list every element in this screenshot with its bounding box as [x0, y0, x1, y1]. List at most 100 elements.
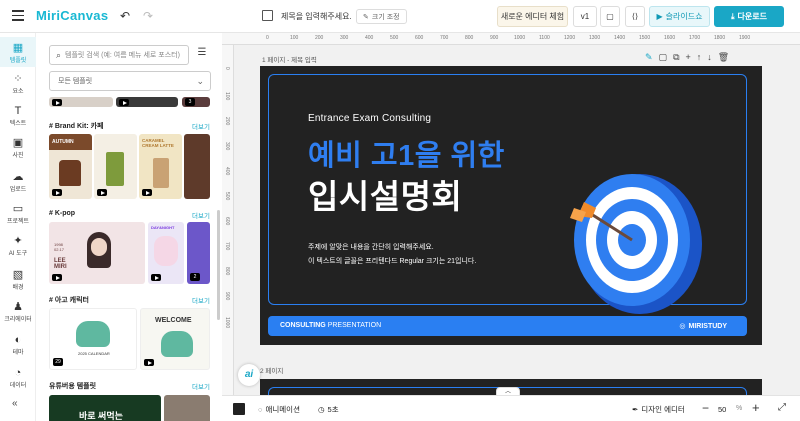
brand-circle-icon: ◎ — [679, 323, 686, 330]
page-style-icon[interactable]: ✎ — [645, 52, 653, 63]
more-link[interactable]: 더보기 — [192, 121, 210, 131]
more-link[interactable]: 더보기 — [192, 210, 210, 220]
fullscreen-icon[interactable]: ⤢ — [778, 402, 786, 413]
zoom-in-icon[interactable]: + — [752, 400, 760, 415]
duration-button[interactable]: ◷ 5초 — [318, 404, 339, 415]
save-icon: ▢ — [606, 12, 614, 21]
redo-icon[interactable]: ↷ — [143, 9, 153, 23]
template-thumbnail[interactable]: 2025 CALENDAR 29 — [49, 308, 137, 370]
search-icon: ⌕ — [56, 49, 62, 60]
template-thumbnail[interactable]: DAY&NIGHT — [148, 222, 184, 284]
slide-subtitle[interactable]: Entrance Exam Consulting — [308, 113, 431, 124]
rail-collapse-icon[interactable]: « — [12, 398, 18, 409]
more-link[interactable]: 더보기 — [192, 381, 210, 391]
ai-assistant-button[interactable]: ai — [238, 364, 260, 386]
animation-icon: ◌ — [258, 405, 263, 414]
save-button[interactable]: ▢ — [600, 6, 620, 27]
template-thumbnail[interactable] — [184, 134, 210, 199]
template-thumbnail[interactable] — [164, 395, 210, 421]
document-title-input[interactable]: 제목을 입력해주세요. — [281, 11, 352, 22]
document-icon — [262, 10, 273, 21]
template-thumbnail[interactable] — [116, 97, 178, 107]
template-thumbnail[interactable]: 3 — [182, 97, 210, 107]
thumb-text: DAY&NIGHT — [151, 225, 175, 230]
ruler-tick: 800 — [224, 267, 230, 276]
move-up-icon[interactable]: ↑ — [697, 52, 702, 63]
rail-label: 요소 — [12, 89, 24, 95]
undo-icon[interactable]: ↶ — [120, 9, 130, 23]
add-page-icon[interactable]: ▢ — [659, 52, 668, 63]
version-button[interactable]: v1 — [573, 6, 597, 27]
delete-icon[interactable]: 🗑 — [718, 52, 729, 63]
template-thumbnail[interactable]: AUTUMN — [49, 134, 92, 199]
template-thumbnail[interactable]: CARAMEL CREAM LATTE — [139, 134, 182, 199]
horizontal-ruler: 0 100 200 300 400 500 600 700 800 900 10… — [222, 33, 800, 45]
slideshow-button[interactable]: ▶ 슬라이드쇼 — [649, 6, 710, 27]
footer-brand[interactable]: ◎ MIRISTUDY — [679, 322, 727, 331]
ruler-tick: 200 — [315, 35, 324, 41]
duplicate-page-icon[interactable]: ⧉ — [673, 52, 679, 63]
rail-item-upload[interactable]: ☁ 업로드 — [0, 171, 36, 193]
slide-body-line-2[interactable]: 이 텍스트의 글꼴은 프리텐다드 Regular 크기는 21입니다. — [308, 256, 476, 266]
template-category-select[interactable]: 모든 템플릿 ⌄ — [49, 71, 211, 91]
panel-scrollbar[interactable] — [217, 210, 220, 320]
rail-item-elements[interactable]: ⁘ 요소 — [0, 73, 36, 95]
upload-icon: ☁ — [12, 171, 24, 183]
new-editor-button[interactable]: 새로운 에디터 체험 — [497, 6, 568, 27]
rail-item-creator[interactable]: ♟ 크리에이터 — [0, 301, 36, 323]
ruler-tick: 1600 — [664, 35, 676, 41]
move-down-icon[interactable]: ↓ — [707, 52, 712, 63]
slide-page-1[interactable]: Entrance Exam Consulting 예비 고1을 위한 입시설명회… — [260, 66, 762, 345]
share-button[interactable]: ⟨⟩ — [625, 6, 645, 27]
more-link[interactable]: 더보기 — [192, 295, 210, 305]
template-thumbnail[interactable] — [94, 134, 137, 199]
template-thumbnail[interactable] — [49, 97, 113, 107]
rail-item-text[interactable]: T 텍스트 — [0, 105, 36, 127]
rail-item-theme[interactable]: ◐ 테마 — [0, 334, 36, 356]
target-illustration[interactable] — [570, 154, 720, 324]
design-editor-button[interactable]: ✒ 디자인 에디터 — [632, 404, 685, 415]
bottom-bar: ◌ 애니메이션 ◷ 5초 ✒ 디자인 에디터 − 50 % + ⤢ — [222, 395, 800, 421]
slide-title-line-2[interactable]: 입시설명회 — [308, 170, 462, 218]
filter-icon[interactable]: ☰ — [194, 47, 210, 63]
template-thumbnail[interactable]: 1998 02.17 LEE MIRI — [49, 222, 145, 284]
page-2-label[interactable]: 2 페이지 — [260, 365, 283, 375]
add-icon[interactable]: + — [686, 52, 691, 63]
menu-icon[interactable] — [12, 10, 24, 21]
page-1-label[interactable]: 1 페이지 - 제목 입력 — [262, 54, 317, 64]
template-thumbnail[interactable]: 바로 써먹는 — [49, 395, 161, 421]
animation-button[interactable]: ◌ 애니메이션 — [258, 404, 300, 415]
design-editor-label: 디자인 에디터 — [641, 405, 685, 414]
template-thumbnail[interactable]: WELCOME — [140, 308, 210, 370]
background-color-swatch[interactable] — [233, 403, 245, 415]
clock-icon: ◷ — [318, 405, 325, 414]
resize-button[interactable]: ✎ 크기 조정 — [356, 9, 407, 24]
slide-footer-bar[interactable]: CONSULTING PRESENTATION ◎ MIRISTUDY — [268, 316, 747, 336]
ai-tool-icon: ✦ — [13, 235, 23, 247]
zoom-out-icon[interactable]: − — [702, 401, 709, 415]
template-search-input[interactable]: ⌕ 템플릿 검색 (예: 여름 메뉴 세로 포스터) — [49, 45, 189, 65]
chevron-down-icon: ⌄ — [196, 76, 204, 86]
ruler-tick: 500 — [390, 35, 399, 41]
ruler-tick: 300 — [340, 35, 349, 41]
rail-item-project[interactable]: ▭ 프로젝트 — [0, 203, 36, 225]
thumb-text: CARAMEL CREAM LATTE — [142, 138, 174, 148]
rail-item-data[interactable]: ◔ 데이터 — [0, 367, 36, 389]
download-button[interactable]: ⤓ 다운로드 — [714, 6, 784, 27]
rail-item-template[interactable]: ▦ 템플릿 — [0, 37, 36, 67]
rail-item-background[interactable]: ▧ 배경 — [0, 269, 36, 291]
ruler-tick: 900 — [224, 292, 230, 301]
footer-left-text[interactable]: CONSULTING PRESENTATION — [280, 322, 381, 329]
collapse-pages-icon[interactable]: ︿ — [496, 387, 520, 395]
slide-title-line-1[interactable]: 예비 고1을 위한 — [308, 132, 505, 174]
template-thumbnail[interactable]: 2 — [187, 222, 210, 284]
rail-item-ai-tool[interactable]: ✦ AI 도구 — [0, 235, 36, 257]
ruler-tick: 1100 — [539, 35, 550, 41]
section-title: 유튜버용 템플릿 — [49, 383, 97, 390]
zoom-value-input[interactable]: 50 — [718, 405, 726, 414]
slide-body-line-1[interactable]: 주제에 알맞은 내용을 간단히 입력해주세요. — [308, 242, 434, 252]
thumb-text: WELCOME — [155, 317, 192, 324]
rail-item-photo[interactable]: ▣ 사진 — [0, 137, 36, 159]
template-count-badge: 29 — [53, 358, 63, 366]
app-logo[interactable]: MiriCanvas — [36, 8, 108, 23]
